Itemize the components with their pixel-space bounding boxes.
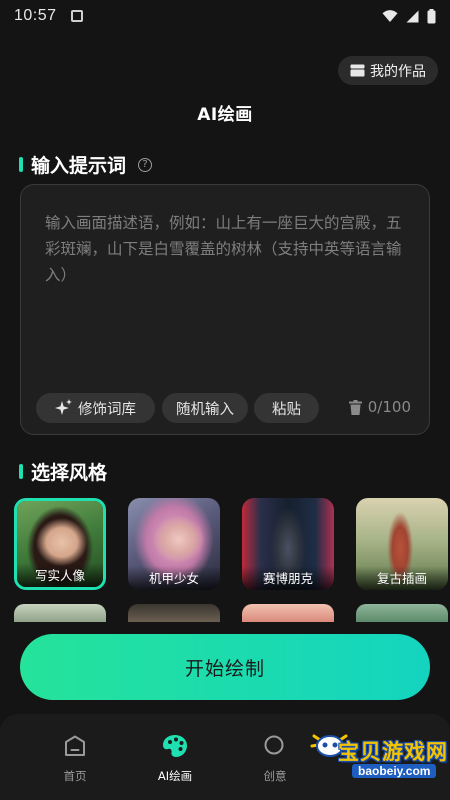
prompt-placeholder[interactable]: 输入画面描述语，例如：山上有一座巨大的宫殿，五彩斑斓，山下是白雪覆盖的树林（支持… — [45, 210, 407, 288]
my-works-label: 我的作品 — [370, 63, 426, 80]
watermark-text: 宝贝游戏网 — [338, 740, 448, 764]
notification-icon — [70, 10, 83, 22]
style-card-partial[interactable] — [356, 604, 448, 622]
watermark-logo: 宝贝游戏网 baobeiy.com — [300, 714, 450, 794]
palette-icon — [163, 735, 187, 757]
tab-ai-painting[interactable]: AI绘画 — [140, 734, 210, 784]
paste-label: 粘贴 — [272, 401, 301, 418]
random-input-button[interactable]: 随机输入 — [162, 393, 248, 423]
watermark-url: baobeiy.com — [352, 764, 437, 778]
tab-creative-label: 创意 — [263, 769, 287, 783]
folder-icon — [350, 64, 365, 77]
sparkle-icon — [55, 399, 72, 415]
style-card-retro-illustration[interactable]: 复古插画 — [356, 498, 448, 590]
status-icons — [382, 8, 436, 24]
trash-icon[interactable] — [348, 399, 362, 415]
section-accent-bar — [19, 464, 23, 479]
paste-button[interactable]: 粘贴 — [254, 393, 319, 423]
battery-icon — [427, 8, 436, 23]
style-section-header: 选择风格 — [19, 458, 107, 485]
start-drawing-label: 开始绘制 — [184, 657, 265, 680]
style-label: 写实人像 — [17, 563, 103, 587]
modifier-library-button[interactable]: 修饰词库 — [36, 393, 155, 423]
home-icon — [65, 735, 85, 756]
creative-icon — [264, 735, 284, 755]
section-accent-bar — [19, 157, 23, 172]
style-card-partial[interactable] — [128, 604, 220, 622]
my-works-button[interactable]: 我的作品 — [338, 56, 438, 85]
prompt-section-title: 输入提示词 — [31, 155, 127, 177]
style-label: 复古插画 — [356, 566, 448, 590]
tab-home-label: 首页 — [63, 769, 87, 783]
style-label: 机甲少女 — [128, 566, 220, 590]
signal-icon — [406, 10, 419, 22]
random-input-label: 随机输入 — [176, 401, 234, 418]
style-card-partial[interactable] — [14, 604, 106, 622]
prompt-section-header: 输入提示词 ? — [19, 151, 153, 178]
tab-ai-painting-label: AI绘画 — [157, 769, 193, 783]
wifi-icon — [382, 10, 398, 22]
modifier-library-label: 修饰词库 — [78, 401, 136, 418]
status-time: 10:57 — [14, 7, 57, 24]
style-label: 赛博朋克 — [242, 566, 334, 590]
char-counter: 0/100 — [348, 398, 411, 416]
tab-home[interactable]: 首页 — [40, 734, 110, 784]
char-count: 0/100 — [367, 398, 411, 416]
prompt-input-box[interactable]: 输入画面描述语，例如：山上有一座巨大的宫殿，五彩斑斓，山下是白雪覆盖的树林（支持… — [20, 184, 430, 435]
style-card-cyberpunk[interactable]: 赛博朋克 — [242, 498, 334, 590]
page-title: AI绘画 — [197, 105, 253, 125]
status-bar: 10:57 — [0, 0, 450, 32]
start-drawing-button[interactable]: 开始绘制 — [20, 634, 430, 700]
style-card-mecha-girl[interactable]: 机甲少女 — [128, 498, 220, 590]
style-card-realistic-portrait[interactable]: 写实人像 — [14, 498, 106, 590]
style-card-partial[interactable] — [242, 604, 334, 622]
style-section-title: 选择风格 — [31, 462, 108, 484]
help-icon[interactable]: ? — [138, 157, 153, 172]
